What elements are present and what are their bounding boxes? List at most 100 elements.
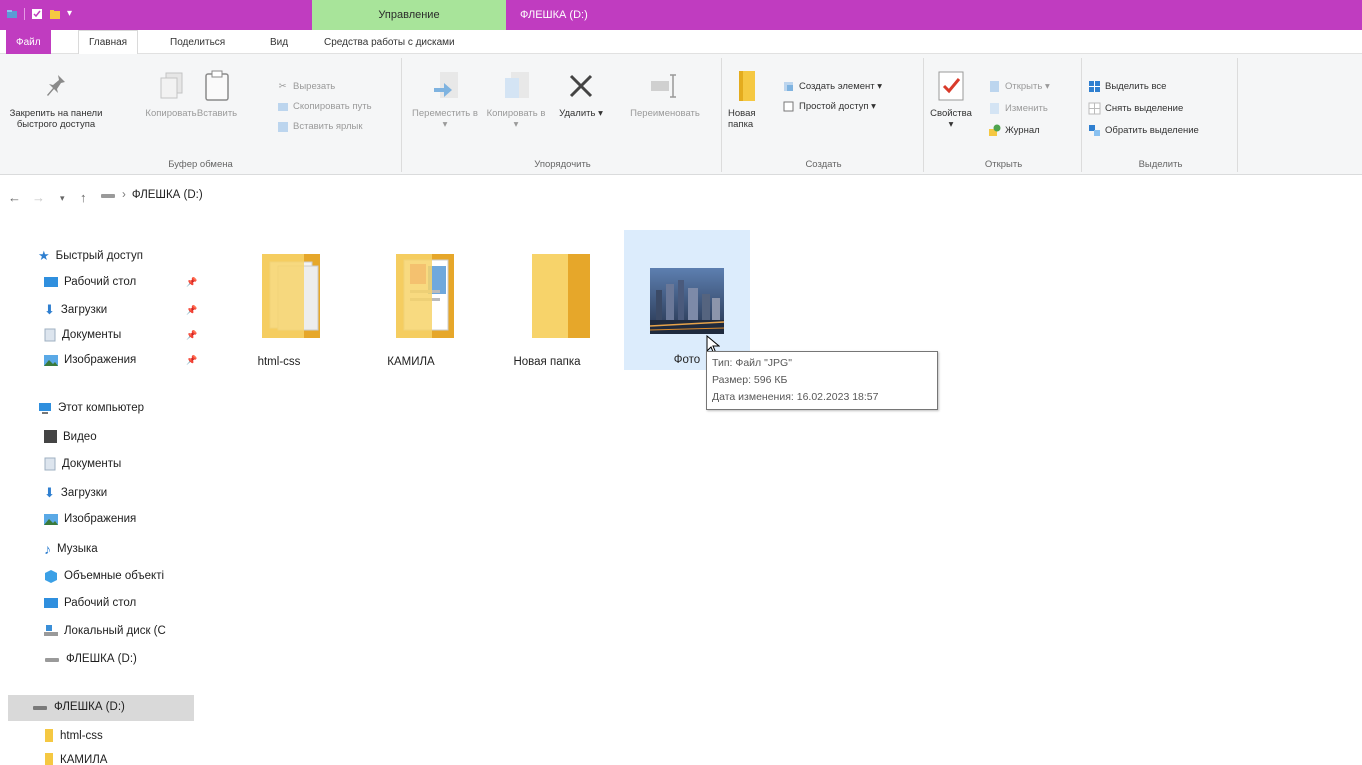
select-all-icon — [1088, 80, 1101, 93]
nav-pc-pictures[interactable]: Изображения — [44, 513, 136, 525]
nav-pictures[interactable]: Изображения 📌 — [44, 354, 197, 366]
tab-share[interactable]: Поделиться — [160, 30, 235, 54]
edit-button[interactable]: Изменить — [988, 102, 1048, 115]
file-tile-new-folder[interactable]: Новая папка — [484, 232, 610, 372]
group-create: Новая папка Создать элемент ▾ Простой до… — [724, 58, 924, 172]
select-none-button[interactable]: Снять выделение — [1088, 102, 1183, 115]
customize-qat-icon[interactable]: ▾ — [67, 9, 77, 19]
paste-button[interactable]: Вставить — [192, 68, 242, 119]
drive-icon — [33, 706, 47, 710]
tab-view[interactable]: Вид — [260, 30, 298, 54]
nav-drive-kamila[interactable]: КАМИЛА — [44, 753, 107, 765]
nav-videos[interactable]: Видео — [44, 430, 97, 443]
group-label-create: Создать — [805, 159, 842, 170]
nav-music[interactable]: ♪ Музыка — [44, 541, 98, 557]
local-disk-icon — [44, 625, 58, 636]
properties-button[interactable]: Свойства ▾ — [928, 68, 974, 130]
easy-access-button[interactable]: Простой доступ ▾ — [782, 100, 876, 113]
nav-pc-downloads[interactable]: ⬇ Загрузки — [44, 485, 107, 501]
group-label-organize: Упорядочить — [534, 159, 591, 170]
group-organize: Переместить в ▾ Копировать в ▾ Удалить ▾… — [404, 58, 722, 172]
history-icon — [988, 124, 1001, 137]
nav-downloads[interactable]: ⬇ Загрузки 📌 — [44, 302, 197, 318]
group-label-select: Выделить — [1138, 159, 1183, 170]
nav-quick-access[interactable]: ★ Быстрый доступ — [38, 248, 143, 264]
pin-icon: 📌 — [186, 354, 198, 365]
tab-home[interactable]: Главная — [78, 30, 139, 55]
explorer-icon — [7, 10, 17, 18]
recent-locations-icon[interactable]: ▾ — [60, 193, 65, 204]
download-arrow-icon: ⬇ — [44, 485, 55, 500]
copy-icon — [160, 72, 183, 99]
tab-manage[interactable]: Управление — [312, 0, 506, 30]
nav-flash-drive[interactable]: ФЛЕШКА (D:) — [44, 653, 137, 665]
pictures-icon — [44, 354, 58, 366]
properties-icon[interactable] — [31, 8, 43, 20]
edit-icon — [988, 102, 1001, 115]
pin-icon: 📌 — [186, 329, 198, 340]
nav-drive-root[interactable]: ФЛЕШКА (D:) — [32, 701, 125, 713]
copy-to-button[interactable]: Копировать в ▾ — [484, 68, 548, 130]
folder-with-documents-icon — [366, 242, 456, 338]
select-none-icon — [1088, 102, 1101, 115]
nav-pc-documents[interactable]: Документы — [44, 457, 121, 471]
pictures-icon — [44, 513, 58, 525]
nav-documents[interactable]: Документы 📌 — [44, 328, 197, 342]
nav-drive-html-css[interactable]: html-css — [44, 729, 103, 742]
tab-file[interactable]: Файл — [6, 30, 51, 54]
nav-this-pc[interactable]: Этот компьютер — [38, 402, 144, 414]
drive-icon — [101, 194, 115, 198]
new-folder-icon[interactable] — [49, 8, 61, 20]
new-folder-icon — [739, 71, 755, 101]
cut-button[interactable]: ✂ Вырезать — [276, 80, 336, 93]
file-tile-kamila[interactable]: КАМИЛА — [348, 232, 474, 372]
paste-shortcut-icon — [276, 120, 289, 133]
invert-selection-icon — [1088, 124, 1101, 137]
move-to-button[interactable]: Переместить в ▾ — [410, 68, 480, 130]
paste-icon — [205, 70, 229, 101]
folder-with-documents-icon — [234, 242, 324, 338]
pin-icon — [47, 75, 65, 96]
delete-x-icon — [569, 74, 593, 98]
file-name: Фото — [673, 354, 701, 366]
folder-icon — [45, 753, 53, 765]
file-tile-html-css[interactable]: html-css — [216, 232, 342, 372]
easy-access-icon — [782, 100, 795, 113]
copy-button[interactable]: Копировать — [145, 68, 197, 119]
new-item-icon — [782, 80, 795, 93]
select-all-button[interactable]: Выделить все — [1088, 80, 1166, 93]
star-icon: ★ — [38, 248, 50, 263]
file-tile-photo[interactable]: Фото — [624, 230, 750, 370]
pin-icon: 📌 — [186, 276, 198, 287]
delete-button[interactable]: Удалить ▾ — [552, 68, 610, 119]
nav-pc-desktop[interactable]: Рабочий стол — [44, 597, 136, 609]
breadcrumb-drive[interactable]: ФЛЕШКА (D:) — [132, 189, 203, 201]
nav-3d-objects[interactable]: Объемные объекті — [44, 569, 164, 583]
empty-folder-icon — [502, 242, 592, 338]
nav-desktop[interactable]: Рабочий стол 📌 — [44, 276, 197, 288]
music-note-icon: ♪ — [44, 541, 51, 557]
open-icon — [988, 80, 1001, 93]
paste-shortcut-button[interactable]: Вставить ярлык — [276, 120, 363, 133]
invert-selection-button[interactable]: Обратить выделение — [1088, 124, 1199, 137]
tooltip-size: Размер: 596 КБ — [712, 374, 788, 386]
new-item-button[interactable]: Создать элемент ▾ — [782, 80, 882, 93]
computer-icon — [39, 402, 51, 414]
tab-drive-tools[interactable]: Средства работы с дисками — [314, 30, 465, 54]
video-icon — [44, 430, 57, 443]
breadcrumb[interactable]: › ФЛЕШКА (D:) — [100, 189, 203, 201]
rename-button[interactable]: Переименовать — [618, 68, 712, 119]
forward-arrow-icon[interactable]: → — [32, 190, 45, 205]
nav-local-disk[interactable]: Локальный диск (C — [44, 625, 166, 637]
open-button[interactable]: Открыть ▾ — [988, 80, 1050, 93]
copy-path-button[interactable]: Скопировать путь — [276, 100, 372, 113]
back-arrow-icon[interactable]: ← — [8, 190, 21, 205]
history-button[interactable]: Журнал — [988, 124, 1040, 137]
ribbon: Закрепить на панели быстрого доступа Коп… — [0, 54, 1362, 175]
scissors-icon: ✂ — [278, 81, 287, 92]
file-name: html-css — [257, 356, 301, 368]
new-folder-button[interactable]: Новая папка — [726, 68, 766, 130]
up-arrow-icon[interactable]: ↑ — [80, 190, 87, 205]
photo-thumbnail — [642, 240, 732, 336]
pin-quick-access-button[interactable]: Закрепить на панели быстрого доступа — [6, 68, 106, 130]
